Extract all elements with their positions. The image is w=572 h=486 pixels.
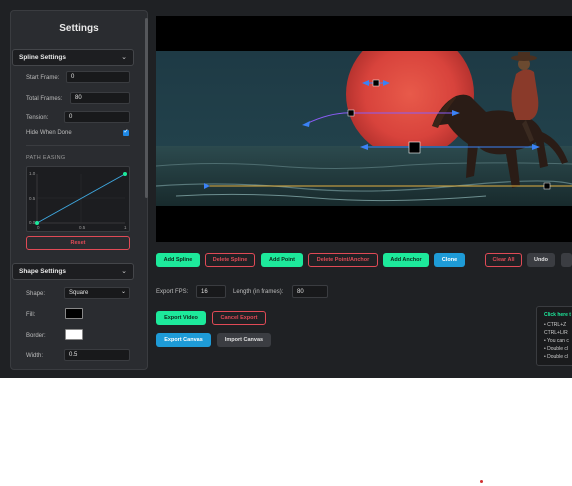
spline-settings-title: Spline Settings (19, 54, 66, 61)
width-input[interactable]: 0.5 (64, 349, 130, 361)
start-frame-label: Start Frame: (26, 75, 60, 81)
start-frame-input[interactable]: 0 (66, 71, 130, 83)
export-fps-input[interactable]: 16 (196, 285, 226, 298)
help-panel: Click here t • CTRL+Z CTRL+L/R • You can… (536, 306, 572, 366)
help-heading[interactable]: Click here t (544, 312, 571, 318)
border-label: Border: (26, 333, 46, 339)
chevron-down-icon: ⌄ (120, 289, 126, 295)
spline-canvas[interactable] (156, 16, 572, 242)
chevron-down-icon: ⌄ (121, 268, 127, 275)
red-dot (480, 480, 483, 483)
reset-button[interactable]: Reset (26, 236, 130, 250)
border-color-swatch[interactable] (65, 329, 83, 340)
graph-x-tick: 0 (37, 225, 40, 230)
length-frames-input[interactable]: 80 (292, 285, 328, 298)
app-window: Settings Spline Settings ⌄ Start Frame: … (0, 0, 572, 378)
path-easing-label: PATH EASING (26, 155, 66, 161)
easing-handle-end[interactable] (123, 172, 127, 176)
shape-settings-title: Shape Settings (19, 268, 66, 275)
total-frames-label: Total Frames: (26, 96, 63, 102)
help-line: • You can c (544, 338, 569, 344)
add-spline-button[interactable]: Add Spline (156, 253, 200, 267)
spline-anchor[interactable] (408, 141, 421, 154)
canvas-scene (156, 51, 572, 206)
background-image (156, 51, 572, 206)
import-canvas-button[interactable]: Import Canvas (217, 333, 271, 347)
help-line: • Double cl (544, 354, 568, 360)
length-frames-label: Length (in frames): (233, 289, 284, 295)
hide-when-done-checkbox[interactable] (123, 128, 129, 136)
easing-curve-svg (35, 172, 127, 225)
help-line: • Double cl (544, 346, 568, 352)
easing-graph[interactable]: 1.0 0.5 0.0 0 0.5 1 (26, 166, 130, 232)
delete-spline-button[interactable]: Delete Spline (205, 253, 255, 267)
hide-when-done-label: Hide When Done (26, 130, 72, 136)
help-line: CTRL+L/R (544, 330, 568, 336)
export-fps-label: Export FPS: (156, 289, 189, 295)
export-video-button[interactable]: Export Video (156, 311, 206, 325)
clear-all-button[interactable]: Clear All (485, 253, 522, 267)
graph-y-tick: 0.0 (29, 220, 36, 225)
spline-point[interactable] (372, 79, 380, 87)
graph-x-tick: 0.5 (79, 225, 86, 230)
cancel-export-button[interactable]: Cancel Export (212, 311, 266, 325)
fill-label: Fill: (26, 312, 36, 318)
graph-y-tick: 0.5 (29, 196, 36, 201)
tension-input[interactable]: 0 (64, 111, 130, 123)
width-label: Width: (26, 353, 44, 359)
shape-select-value: Square (69, 290, 89, 296)
delete-point-anchor-button[interactable]: Delete Point/Anchor (308, 253, 378, 267)
add-anchor-button[interactable]: Add Anchor (383, 253, 429, 267)
graph-x-tick: 1 (124, 225, 127, 230)
red-moon (346, 51, 474, 158)
tension-label: Tension: (26, 115, 49, 121)
shape-label: Shape: (26, 291, 46, 297)
shape-select[interactable]: Square ⌄ (64, 287, 130, 299)
undo-button[interactable]: Undo (527, 253, 555, 267)
clone-button[interactable]: Clone (434, 253, 465, 267)
total-frames-input[interactable]: 80 (70, 92, 130, 104)
sidebar-title: Settings (59, 23, 99, 34)
spline-point[interactable] (543, 182, 551, 190)
chevron-down-icon: ⌄ (121, 54, 127, 61)
sidebar-scrollbar[interactable] (145, 18, 148, 198)
add-point-button[interactable]: Add Point (261, 253, 303, 267)
divider (26, 145, 130, 146)
export-canvas-button[interactable]: Export Canvas (156, 333, 211, 347)
spline-settings-header[interactable]: Spline Settings ⌄ (12, 49, 134, 66)
fill-color-swatch[interactable] (65, 308, 83, 319)
graph-y-tick: 1.0 (29, 171, 36, 176)
shape-settings-header[interactable]: Shape Settings ⌄ (12, 263, 134, 280)
help-line: • CTRL+Z (544, 322, 567, 328)
redo-button[interactable] (561, 253, 572, 267)
spline-point[interactable] (347, 109, 355, 117)
